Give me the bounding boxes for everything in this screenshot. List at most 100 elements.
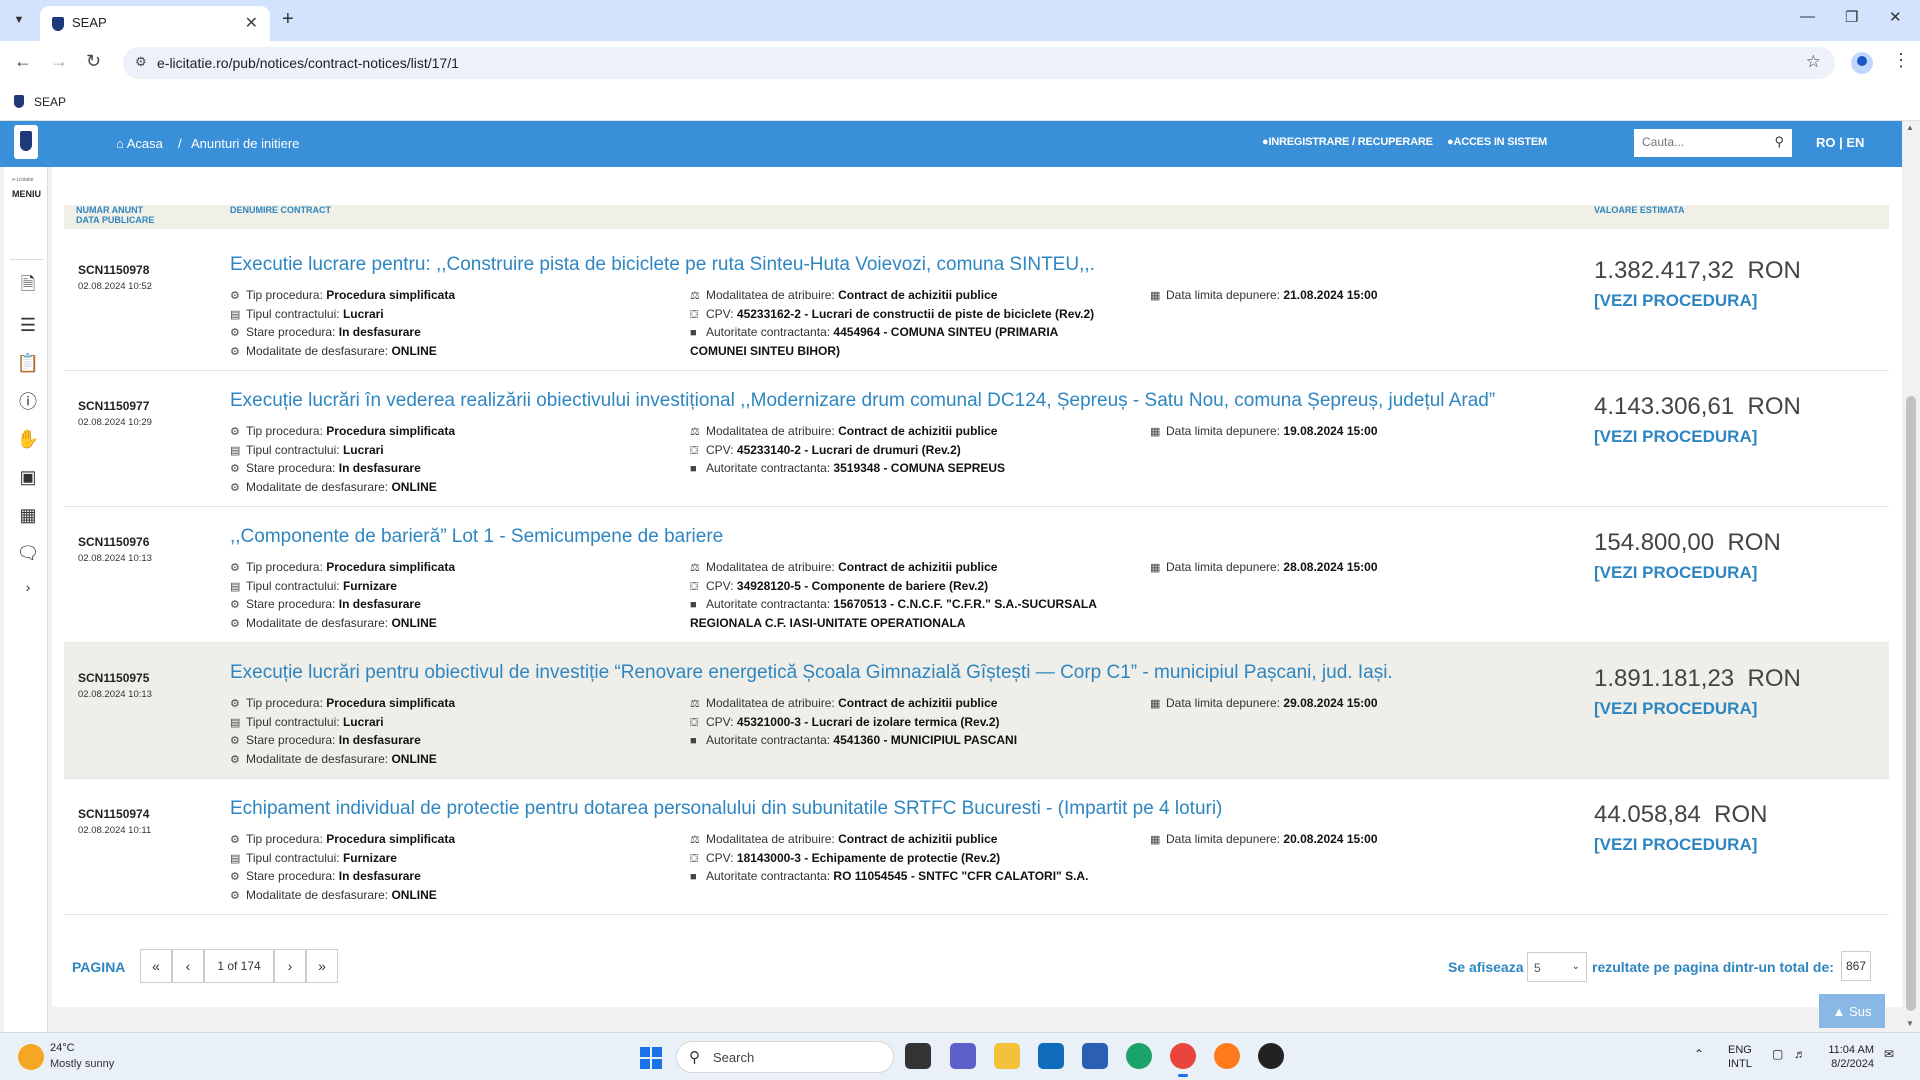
notice-date: 02.08.2024 10:52	[78, 281, 152, 292]
input-language[interactable]: ENG INTL	[1728, 1043, 1752, 1071]
url-text: e-licitatie.ro/pub/notices/contract-noti…	[157, 55, 459, 71]
last-page-button[interactable]: »	[306, 949, 338, 983]
view-procedure-link[interactable]: [VEZI PROCEDURA]	[1594, 563, 1757, 583]
breadcrumb-home[interactable]: ⌂ Acasa	[116, 136, 163, 151]
chevron-up-icon: ▲	[1832, 1003, 1846, 1019]
outlook-icon[interactable]	[1038, 1043, 1064, 1069]
register-link[interactable]: ●INREGISTRARE / RECUPERARE	[1262, 136, 1433, 148]
file-icon: ▤	[230, 444, 241, 457]
search-icon[interactable]: ⚲	[1774, 134, 1784, 150]
breadcrumb-current: Anunturi de initiere	[191, 136, 300, 151]
side-menu-title[interactable]: MENIU	[12, 189, 41, 199]
scroll-thumb[interactable]	[1906, 396, 1916, 1011]
id-card-icon[interactable]: ▣	[18, 467, 38, 487]
system-clock[interactable]: 11:04 AM 8/2/2024	[1818, 1043, 1874, 1071]
notice-title-link[interactable]: ,,Componente de barieră” Lot 1 - Semicum…	[230, 526, 723, 548]
gears-icon: ⚙	[230, 617, 240, 630]
scroll-up-icon[interactable]: ▲	[1906, 123, 1914, 132]
new-tab-icon[interactable]: +	[282, 8, 294, 31]
notice-details-right: ▦ Data limita depunere: 29.08.2024 15:00	[1150, 695, 1378, 714]
store-icon[interactable]	[1082, 1043, 1108, 1069]
firefox-icon[interactable]	[1214, 1043, 1240, 1069]
notice-title-link[interactable]: Echipament individual de protectie pentr…	[230, 798, 1222, 820]
site-search-input[interactable]	[1642, 135, 1760, 149]
current-page[interactable]: 1 of 174	[204, 949, 274, 983]
first-page-button[interactable]: «	[140, 949, 172, 983]
notification-icon[interactable]: ✉	[1884, 1047, 1894, 1061]
document-icon[interactable]: 🗎	[18, 274, 38, 297]
login-link[interactable]: ●ACCES IN SISTEM	[1447, 136, 1547, 148]
expand-menu-icon[interactable]: ›	[18, 577, 38, 597]
chrome-icon[interactable]	[1170, 1043, 1196, 1077]
notice-row: SCN1150974 02.08.2024 10:11 Echipament ind…	[64, 779, 1889, 915]
volume-icon[interactable]: ♬	[1794, 1047, 1806, 1061]
tab-list-button[interactable]: ▼	[8, 9, 30, 31]
calendar-icon: ▦	[1150, 290, 1161, 302]
browser-menu-icon[interactable]: ⋮	[1892, 50, 1910, 71]
clipboard-icon[interactable]: 📋	[17, 353, 39, 373]
notice-row: SCN1150976 02.08.2024 10:13 ,,Componente d…	[64, 507, 1889, 643]
browser-tab[interactable]: SEAP ✕	[40, 6, 270, 41]
close-window-icon[interactable]: ✕	[1889, 8, 1902, 26]
forward-icon[interactable]: →	[50, 51, 68, 72]
tray-chevron-up-icon[interactable]: ⌃	[1694, 1047, 1704, 1061]
gears-icon: ⚙	[230, 426, 240, 438]
site-info-icon[interactable]: ⚙	[135, 54, 147, 70]
weather-sun-icon[interactable]	[18, 1044, 44, 1070]
help-icon[interactable]: ⓘ	[18, 391, 38, 412]
per-page-select[interactable]: 5 ⌄	[1527, 952, 1587, 982]
building-icon: ■	[690, 463, 697, 475]
sitemap-icon: ⛋	[690, 308, 699, 321]
close-tab-icon[interactable]: ✕	[245, 13, 258, 33]
bookmark-seap[interactable]: SEAP	[34, 95, 66, 109]
home-icon: ⌂	[116, 136, 124, 151]
estimated-value: 154.800,00 RON	[1594, 529, 1781, 556]
seap-logo[interactable]	[14, 125, 38, 159]
notice-details-middle: ⚖ Modalitatea de atribuire: Contract de a…	[690, 288, 1095, 358]
notice-title-link[interactable]: Execuție lucrări în vederea realizării o…	[230, 390, 1495, 412]
network-icon[interactable]: ▢	[1772, 1047, 1783, 1061]
task-view-icon[interactable]	[905, 1043, 931, 1069]
taskbar-search[interactable]: ⚲ Search	[676, 1041, 894, 1073]
table-icon[interactable]: ▦	[18, 505, 38, 525]
seap-favicon-icon	[52, 17, 64, 31]
page-scrollbar[interactable]: ▲ ▼	[1902, 121, 1920, 1032]
notice-title-link[interactable]: Executie lucrare pentru: ,,Construire pi…	[230, 254, 1095, 276]
notice-details-middle: ⚖ Modalitatea de atribuire: Contract de a…	[690, 560, 1097, 630]
profile-avatar-icon[interactable]	[1851, 52, 1873, 74]
weather-condition[interactable]: Mostly sunny	[50, 1058, 114, 1070]
chat-icon[interactable]: 🗨	[17, 543, 40, 563]
view-procedure-link[interactable]: [VEZI PROCEDURA]	[1594, 835, 1757, 855]
back-to-top-button[interactable]: ▲ Sus	[1819, 994, 1885, 1028]
prev-page-button[interactable]: ‹	[172, 949, 204, 983]
view-procedure-link[interactable]: [VEZI PROCEDURA]	[1594, 291, 1757, 311]
restore-icon[interactable]: ❐	[1845, 8, 1858, 26]
hand-money-icon[interactable]: ✋	[17, 429, 39, 449]
balance-scale-icon: ⚖	[690, 834, 700, 846]
notice-details-middle: ⚖ Modalitatea de atribuire: Contract de a…	[690, 423, 1005, 479]
notice-title-link[interactable]: Execuție lucrări pentru obiectivul de in…	[230, 662, 1393, 684]
teams-icon[interactable]	[950, 1043, 976, 1069]
view-procedure-link[interactable]: [VEZI PROCEDURA]	[1594, 427, 1757, 447]
start-windows-icon[interactable]	[640, 1047, 662, 1069]
reload-icon[interactable]: ↻	[86, 51, 101, 72]
gears-icon: ⚙	[230, 599, 240, 611]
file-icon: ▤	[230, 580, 241, 593]
address-bar[interactable]: ⚙ e-licitatie.ro/pub/notices/contract-no…	[123, 47, 1835, 79]
back-icon[interactable]: ←	[14, 51, 32, 72]
balance-scale-icon: ⚖	[690, 562, 700, 574]
estimated-value: 4.143.306,61 RON	[1594, 393, 1801, 420]
bookmark-star-icon[interactable]: ☆	[1806, 52, 1821, 72]
scroll-down-icon[interactable]: ▼	[1906, 1019, 1914, 1028]
language-switch[interactable]: RO | EN	[1816, 135, 1864, 150]
minimize-icon[interactable]: —	[1800, 8, 1815, 25]
list-edit-icon[interactable]: ☰	[18, 315, 38, 335]
view-procedure-link[interactable]: [VEZI PROCEDURA]	[1594, 699, 1757, 719]
notice-id: SCN1150975	[78, 671, 150, 685]
weather-temperature[interactable]: 24°C	[50, 1042, 75, 1054]
webex-icon[interactable]	[1258, 1043, 1284, 1069]
file-explorer-icon[interactable]	[994, 1043, 1020, 1069]
edge-icon[interactable]	[1126, 1043, 1152, 1069]
file-icon: ▤	[230, 852, 241, 865]
next-page-button[interactable]: ›	[274, 949, 306, 983]
